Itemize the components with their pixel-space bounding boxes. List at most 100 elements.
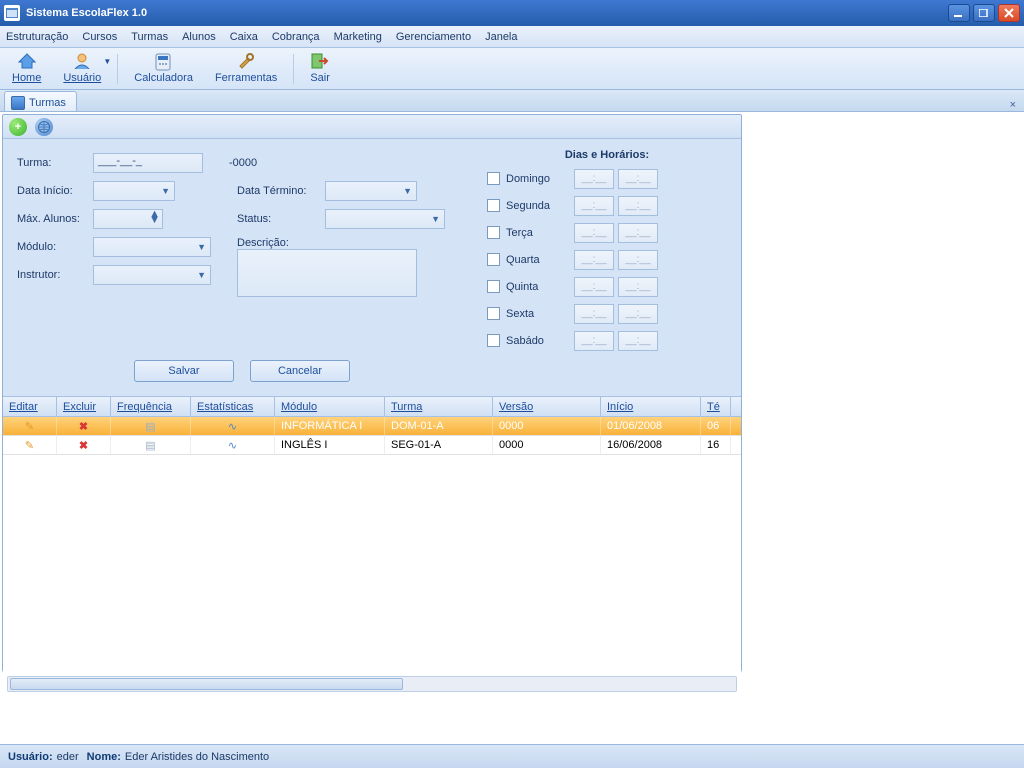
- toolbar-home[interactable]: Home: [6, 51, 47, 86]
- data-inicio-input[interactable]: ▼: [93, 181, 175, 201]
- frequencia-icon[interactable]: ▤: [145, 439, 155, 452]
- time-to-input[interactable]: __:__: [618, 169, 658, 189]
- day-checkbox[interactable]: [487, 334, 500, 347]
- time-to-input[interactable]: __:__: [618, 304, 658, 324]
- menu-janela[interactable]: Janela: [485, 31, 517, 43]
- grid-turmas: EditarExcluirFrequênciaEstatísticasMódul…: [3, 396, 741, 696]
- time-from-input[interactable]: __:__: [574, 223, 614, 243]
- instrutor-input[interactable]: ▼: [93, 265, 211, 285]
- tab-turmas[interactable]: Turmas: [4, 91, 77, 111]
- table-row[interactable]: ✎✖▤∿INGLÊS ISEG-01-A000016/06/200816: [3, 436, 741, 455]
- toolbar-ferramentas[interactable]: Ferramentas: [209, 51, 283, 86]
- time-to-input[interactable]: __:__: [618, 250, 658, 270]
- modulo-input[interactable]: ▼: [93, 237, 211, 257]
- menu-gerenciamento[interactable]: Gerenciamento: [396, 31, 471, 43]
- maximize-button[interactable]: [973, 4, 995, 22]
- tools-icon: [237, 53, 255, 71]
- statusbar: Usuário: eder Nome: Eder Aristides do Na…: [0, 744, 1024, 768]
- grid-cell[interactable]: ▤: [111, 436, 191, 454]
- grid-header[interactable]: Té: [701, 397, 731, 416]
- globe-button[interactable]: [35, 118, 53, 136]
- minimize-button[interactable]: [948, 4, 970, 22]
- stats-icon[interactable]: ∿: [228, 439, 237, 452]
- salvar-button[interactable]: Salvar: [134, 360, 234, 382]
- edit-icon[interactable]: ✎: [25, 420, 34, 433]
- menu-caixa[interactable]: Caixa: [230, 31, 258, 43]
- edit-icon[interactable]: ✎: [25, 439, 34, 452]
- grid-cell[interactable]: ✖: [57, 417, 111, 435]
- day-checkbox[interactable]: [487, 253, 500, 266]
- turma-suffix: -0000: [229, 157, 257, 169]
- grid-cell[interactable]: ✖: [57, 436, 111, 454]
- delete-icon[interactable]: ✖: [79, 420, 88, 433]
- time-to-input[interactable]: __:__: [618, 196, 658, 216]
- max-alunos-input[interactable]: ▲▼: [93, 209, 163, 229]
- time-to-input[interactable]: __:__: [618, 277, 658, 297]
- grid-cell[interactable]: ✎: [3, 436, 57, 454]
- grid-header[interactable]: Módulo: [275, 397, 385, 416]
- time-from-input[interactable]: __:__: [574, 331, 614, 351]
- day-row: Quinta __:__ __:__: [487, 273, 727, 300]
- grid-header[interactable]: Versão: [493, 397, 601, 416]
- descricao-input[interactable]: [237, 249, 417, 297]
- add-button[interactable]: +: [9, 118, 27, 136]
- time-from-input[interactable]: __:__: [574, 169, 614, 189]
- grid-cell[interactable]: ✎: [3, 417, 57, 435]
- grid-cell[interactable]: ∿: [191, 417, 275, 435]
- titlebar: Sistema EscolaFlex 1.0: [0, 0, 1024, 26]
- data-termino-input[interactable]: ▼: [325, 181, 417, 201]
- toolbar-calculadora[interactable]: Calculadora: [128, 51, 199, 86]
- dias-horarios-title: Dias e Horários:: [487, 149, 727, 161]
- horizontal-scrollbar[interactable]: [7, 676, 737, 692]
- time-from-input[interactable]: __:__: [574, 196, 614, 216]
- grid-cell[interactable]: ▤: [111, 417, 191, 435]
- menu-marketing[interactable]: Marketing: [334, 31, 382, 43]
- grid-header[interactable]: Início: [601, 397, 701, 416]
- toolbar-usuario[interactable]: Usuário ▼: [57, 51, 107, 86]
- cancelar-button[interactable]: Cancelar: [250, 360, 350, 382]
- day-label: Quinta: [506, 281, 570, 293]
- stats-icon[interactable]: ∿: [228, 420, 237, 433]
- grid-header[interactable]: Excluir: [57, 397, 111, 416]
- menu-cobranca[interactable]: Cobrança: [272, 31, 320, 43]
- modulo-label: Módulo:: [17, 241, 93, 253]
- separator: [293, 54, 294, 84]
- time-from-input[interactable]: __:__: [574, 277, 614, 297]
- time-to-input[interactable]: __:__: [618, 331, 658, 351]
- day-checkbox[interactable]: [487, 307, 500, 320]
- day-checkbox[interactable]: [487, 226, 500, 239]
- day-checkbox[interactable]: [487, 172, 500, 185]
- menubar: Estruturação Cursos Turmas Alunos Caixa …: [0, 26, 1024, 48]
- status-input[interactable]: ▼: [325, 209, 445, 229]
- menu-estruturacao[interactable]: Estruturação: [6, 31, 68, 43]
- grid-cell[interactable]: ∿: [191, 436, 275, 454]
- menu-alunos[interactable]: Alunos: [182, 31, 216, 43]
- grid-header[interactable]: Editar: [3, 397, 57, 416]
- grid-header[interactable]: Estatísticas: [191, 397, 275, 416]
- time-from-input[interactable]: __:__: [574, 250, 614, 270]
- workspace: Turmas × + Turma: ___-__-_ Data Início:: [0, 90, 1024, 676]
- table-row[interactable]: ✎✖▤∿INFORMÁTICA IDOM-01-A000001/06/20080…: [3, 417, 741, 436]
- grid-header[interactable]: Turma: [385, 397, 493, 416]
- close-button[interactable]: [998, 4, 1020, 22]
- day-checkbox[interactable]: [487, 199, 500, 212]
- exit-icon: [311, 53, 329, 71]
- window-title: Sistema EscolaFlex 1.0: [26, 7, 147, 19]
- day-row: Sexta __:__ __:__: [487, 300, 727, 327]
- day-checkbox[interactable]: [487, 280, 500, 293]
- tab-close-button[interactable]: ×: [1002, 99, 1024, 111]
- menu-cursos[interactable]: Cursos: [82, 31, 117, 43]
- grid-header[interactable]: Frequência: [111, 397, 191, 416]
- frequencia-icon[interactable]: ▤: [145, 420, 155, 433]
- turma-input[interactable]: ___-__-_: [93, 153, 203, 173]
- status-usuario-label: Usuário:: [8, 751, 53, 763]
- day-row: Sabádo __:__ __:__: [487, 327, 727, 354]
- time-to-input[interactable]: __:__: [618, 223, 658, 243]
- toolbar-sair[interactable]: Sair: [304, 51, 336, 86]
- day-label: Terça: [506, 227, 570, 239]
- menu-turmas[interactable]: Turmas: [131, 31, 168, 43]
- status-usuario-value: eder: [57, 751, 79, 763]
- time-from-input[interactable]: __:__: [574, 304, 614, 324]
- descricao-label: Descrição:: [237, 237, 325, 249]
- delete-icon[interactable]: ✖: [79, 439, 88, 452]
